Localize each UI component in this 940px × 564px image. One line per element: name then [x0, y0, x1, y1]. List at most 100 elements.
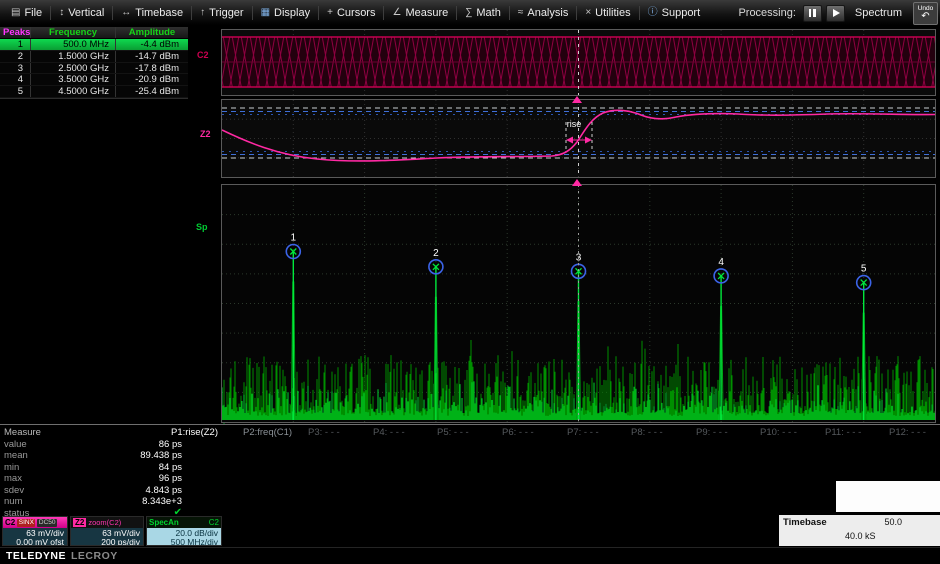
stat-label-mean: mean: [4, 450, 28, 461]
c2-waveform-plot[interactable]: [221, 29, 936, 96]
specan-descriptor-header: SpecAn C2: [147, 517, 221, 528]
c2-offset: 0.00 mV ofst: [3, 538, 64, 546]
c2-descriptor-header: C2 SINX DC50: [3, 517, 67, 528]
specan-source: C2: [209, 518, 219, 527]
info-icon: ⓘ: [648, 8, 658, 18]
timebase-scale: 50.0: [884, 517, 902, 528]
measure-col-p2[interactable]: P2:freq(C1): [243, 427, 292, 438]
z2-channel-name: Z2: [73, 518, 86, 527]
menu-item-file[interactable]: ▤File: [4, 0, 49, 25]
menu-item-cursors[interactable]: +Cursors: [320, 0, 382, 25]
measure-title: Measure: [4, 427, 41, 438]
measure-col-p12[interactable]: P12: - - -: [889, 427, 926, 438]
z2-zoom-plot[interactable]: rise: [221, 99, 936, 178]
peak-rank: 3: [0, 63, 30, 74]
menu-item-display[interactable]: ▦Display: [254, 0, 318, 25]
measure-col-p3[interactable]: P3: - - -: [308, 427, 340, 438]
stat-label-min: min: [4, 462, 19, 473]
play-button[interactable]: [826, 5, 845, 22]
specan-trace-label[interactable]: Sp: [196, 222, 208, 232]
menu-separator: [383, 6, 384, 20]
peak-row-2[interactable]: 2 1.5000 GHz -14.7 dBm: [0, 51, 188, 63]
play-icon: [833, 9, 840, 17]
menu-separator: [509, 6, 510, 20]
measure-col-p8[interactable]: P8: - - -: [631, 427, 663, 438]
timebase-descriptor-box[interactable]: Timebase 50.0 40.0 kS: [779, 515, 940, 546]
peak-row-4[interactable]: 4 3.5000 GHz -20.9 dBm: [0, 74, 188, 86]
peak-frequency: 2.5000 GHz: [30, 63, 115, 74]
c2-coupling-badge: DC50: [37, 519, 57, 527]
c2-trace-label[interactable]: C2: [197, 50, 209, 60]
stat-num: 8.343e+3: [60, 496, 182, 507]
horizontal-arrows-icon: ↔: [121, 8, 131, 18]
analysis-icon: ≈: [518, 8, 524, 18]
measure-col-p11[interactable]: P11: - - -: [825, 427, 861, 438]
lecroy-logo: LECROY: [71, 550, 118, 562]
z2-source-label: zoom(C2): [88, 518, 121, 527]
measure-col-p4[interactable]: P4: - - -: [373, 427, 405, 438]
measure-col-p10[interactable]: P10: - - -: [760, 427, 797, 438]
peak-amplitude: -25.4 dBm: [115, 86, 188, 97]
peaks-header: Peaks: [0, 27, 30, 38]
peak-amplitude: -14.7 dBm: [115, 51, 188, 62]
peak-row-1[interactable]: 1 500.0 MHz -4.4 dBm: [0, 39, 188, 51]
timebase-samples: 40.0 kS: [845, 531, 876, 541]
stat-label-num: num: [4, 496, 22, 507]
peak-amplitude: -4.4 dBm: [115, 39, 188, 50]
sigma-icon: ∑: [465, 8, 472, 18]
peak-frequency: 4.5000 GHz: [30, 86, 115, 97]
peak-frequency: 500.0 MHz: [30, 39, 115, 50]
peak-number-label: 4: [718, 257, 724, 268]
menu-item-trigger[interactable]: ↑ Trigger: [193, 0, 250, 25]
menu-item-utilities[interactable]: × Utilities: [578, 0, 637, 25]
peak-row-5[interactable]: 5 4.5000 GHz -25.4 dBm: [0, 86, 188, 98]
menu-item-support[interactable]: ⓘSupport: [641, 0, 708, 25]
menu-item-vertical[interactable]: ↕Vertical: [52, 0, 111, 25]
peaks-table-header: Peaks Frequency Amplitude: [0, 27, 188, 39]
teledyne-logo: TELEDYNE: [6, 550, 66, 562]
specan-span: 500 MHz/div: [147, 538, 218, 546]
menu-separator: [318, 6, 319, 20]
menu-item-math[interactable]: ∑Math: [458, 0, 508, 25]
cursor-marker-z2[interactable]: [572, 179, 582, 186]
peak-rank: 4: [0, 74, 30, 85]
measure-col-p9[interactable]: P9: - - -: [696, 427, 728, 438]
z2-descriptor-box[interactable]: Z2 zoom(C2) 63 mV/div 200 ps/div: [70, 516, 144, 546]
measure-col-p1[interactable]: P1:rise(Z2): [95, 427, 218, 438]
undo-button[interactable]: Undo ↶: [913, 2, 938, 25]
cursor-marker-c2[interactable]: [572, 96, 582, 103]
c2-channel-name: C2: [5, 518, 15, 527]
peak-row-3[interactable]: 3 2.5000 GHz -17.8 dBm: [0, 63, 188, 75]
menu-separator: [576, 6, 577, 20]
menu-separator: [456, 6, 457, 20]
menu-item-timebase[interactable]: ↔Timebase: [114, 0, 190, 25]
oscilloscope-app: ▤File ↕Vertical ↔Timebase ↑ Trigger ▦Disp…: [0, 0, 940, 564]
stat-label-sdev: sdev: [4, 485, 24, 496]
file-icon: ▤: [11, 8, 20, 18]
vertical-arrows-icon: ↕: [59, 8, 64, 18]
specan-descriptor-box[interactable]: SpecAn C2 20.0 dB/div 500 MHz/div: [146, 516, 222, 546]
crosshair-icon: +: [327, 8, 333, 18]
stat-value: 86 ps: [60, 439, 182, 450]
c2-descriptor-box[interactable]: C2 SINX DC50 63 mV/div 0.00 mV ofst: [2, 516, 68, 546]
z2-trace-label[interactable]: Z2: [200, 129, 211, 139]
menu-label: Utilities: [595, 7, 630, 19]
measure-col-p6[interactable]: P6: - - -: [502, 427, 534, 438]
menu-label: Trigger: [209, 7, 243, 19]
trigger-icon: ↑: [200, 8, 205, 18]
measure-col-p7[interactable]: P7: - - -: [567, 427, 599, 438]
peak-frequency: 1.5000 GHz: [30, 51, 115, 62]
peak-number-label: 5: [861, 264, 867, 275]
menu-label: Analysis: [527, 7, 568, 19]
menu-label: Measure: [405, 7, 448, 19]
spectrum-plot[interactable]: 12345: [221, 184, 936, 423]
menu-item-analysis[interactable]: ≈Analysis: [511, 0, 575, 25]
peak-amplitude: -20.9 dBm: [115, 74, 188, 85]
stat-max: 96 ps: [60, 473, 182, 484]
peak-rank: 5: [0, 86, 30, 97]
menu-label: Display: [274, 7, 310, 19]
pause-button[interactable]: [803, 5, 822, 22]
measure-col-p5[interactable]: P5: - - -: [437, 427, 469, 438]
menu-item-measure[interactable]: ∠Measure: [385, 0, 455, 25]
tools-icon: ×: [585, 8, 591, 18]
